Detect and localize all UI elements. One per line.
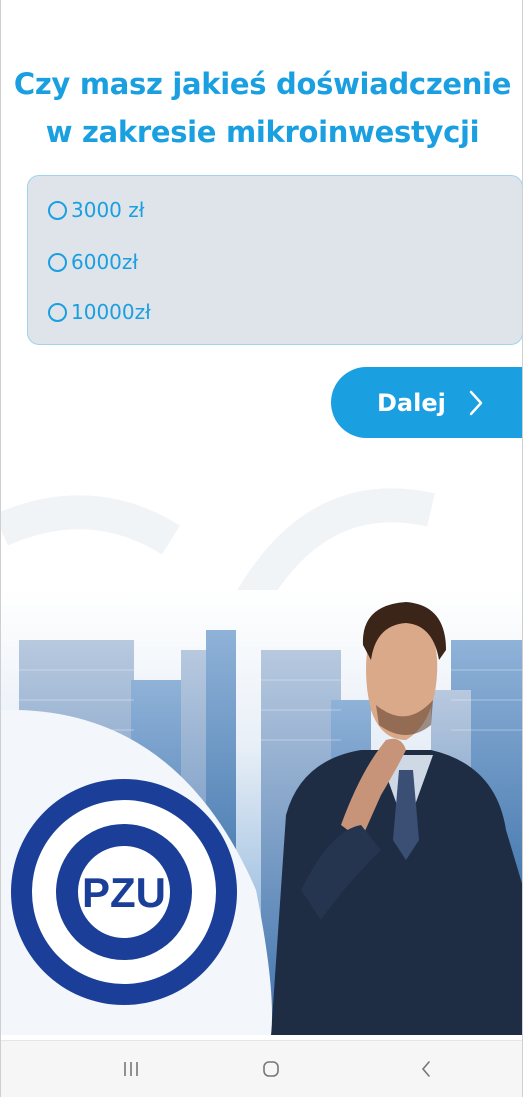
back-button[interactable] [406,1055,446,1083]
answer-options: 3000 zł 6000zł 10000zł [27,175,522,345]
home-icon [263,1061,279,1077]
pzu-logo: PZU [11,779,237,1005]
option-6000[interactable]: 6000zł [48,246,138,278]
back-icon [421,1061,430,1077]
hero-illustration: PZU [1,590,522,1035]
option-3000[interactable]: 3000 zł [48,194,144,226]
radio-button-icon[interactable] [48,200,67,220]
option-label: 6000zł [71,250,139,274]
radio-button-icon[interactable] [48,252,67,272]
option-label: 3000 zł [71,198,145,222]
app-screen: Czy masz jakieś doświadczenie w zakresie… [0,0,523,1097]
svg-text:PZU: PZU [82,869,166,916]
recent-apps-icon [124,1062,138,1076]
question-title: Czy masz jakieś doświadczenie w zakresie… [11,60,514,156]
next-button-label: Dalej [377,388,446,417]
android-navigation-bar [1,1040,522,1097]
next-button[interactable]: Dalej [331,367,522,438]
radio-button-icon[interactable] [48,302,67,322]
question-line-1: Czy masz jakieś doświadczenie [13,67,512,101]
option-label: 10000zł [71,300,151,324]
option-10000[interactable]: 10000zł [48,296,151,328]
question-line-2: w zakresie mikroinwestycji [45,115,480,149]
recent-apps-button[interactable] [111,1055,151,1083]
chevron-right-icon [469,390,483,415]
home-button[interactable] [251,1055,291,1083]
